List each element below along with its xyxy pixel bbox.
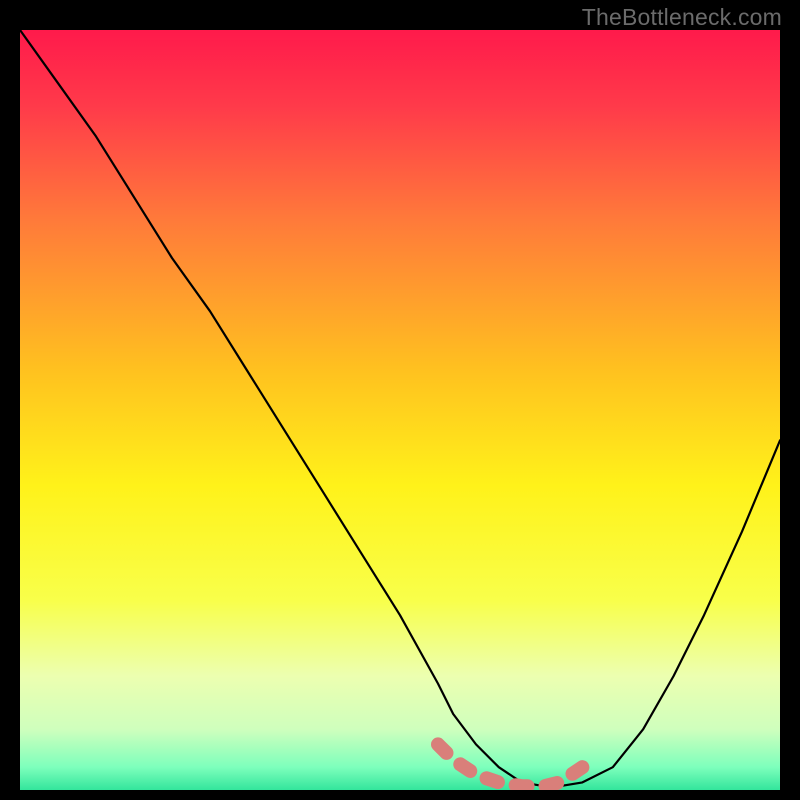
- chart-svg: [20, 30, 780, 790]
- bottleneck-curve: [20, 30, 780, 786]
- optimal-zone-highlight: [438, 744, 582, 786]
- watermark-text: TheBottleneck.com: [582, 4, 782, 31]
- chart-container: [20, 30, 780, 790]
